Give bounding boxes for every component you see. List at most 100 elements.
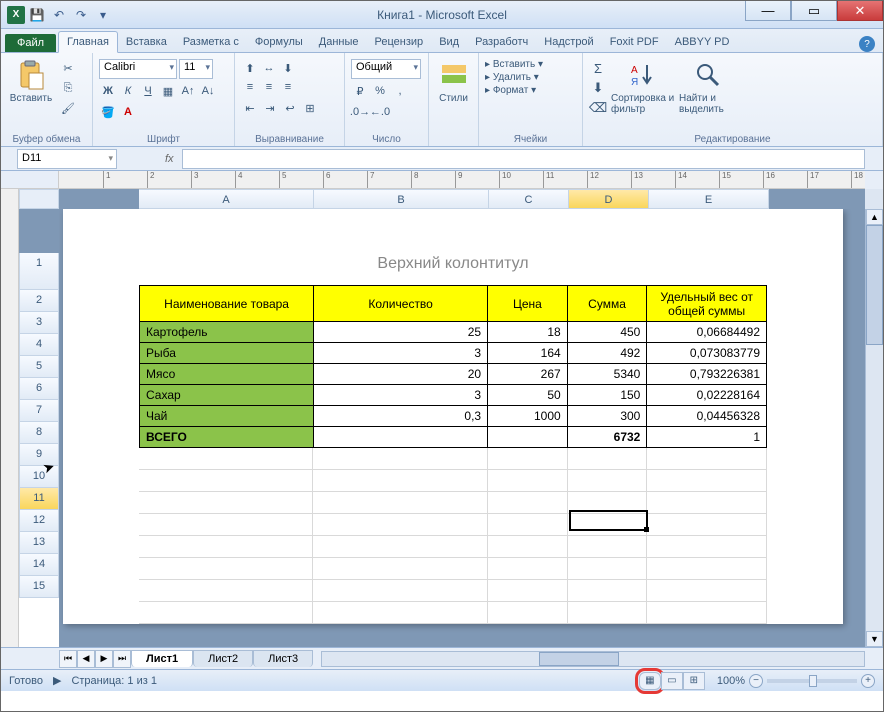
copy-button[interactable]: ⎘ [59, 79, 77, 97]
styles-button[interactable]: Стили [435, 59, 472, 104]
col-header-c[interactable]: C [489, 189, 569, 209]
underline-button[interactable]: Ч [139, 82, 157, 100]
macro-record-icon[interactable]: ▶ [53, 674, 61, 687]
vscroll-thumb[interactable] [866, 225, 883, 345]
font-name-combo[interactable]: Calibri [99, 59, 177, 79]
border-button[interactable]: ▦ [159, 82, 177, 100]
row-header-6[interactable]: 6 [19, 378, 59, 400]
vscroll-track[interactable] [866, 225, 883, 631]
row-header-13[interactable]: 13 [19, 532, 59, 554]
decrease-font-button[interactable]: A↓ [199, 82, 217, 100]
cell[interactable] [314, 427, 488, 448]
decrease-indent-button[interactable]: ⇤ [241, 99, 259, 117]
th-price[interactable]: Цена [488, 286, 568, 322]
formula-bar[interactable] [182, 149, 865, 169]
cell[interactable]: 0,04456328 [647, 406, 767, 427]
col-header-b[interactable]: B [314, 189, 489, 209]
align-middle-button[interactable]: ↔ [260, 59, 278, 77]
tab-data[interactable]: Данные [311, 32, 367, 52]
align-left-button[interactable]: ≡ [241, 78, 259, 96]
th-name[interactable]: Наименование товара [140, 286, 314, 322]
zoom-percent[interactable]: 100% [717, 675, 745, 687]
cell[interactable]: 3 [314, 385, 488, 406]
zoom-in-button[interactable]: + [861, 674, 875, 688]
row-header-4[interactable]: 4 [19, 334, 59, 356]
row-header-2[interactable]: 2 [19, 290, 59, 312]
qat-save-button[interactable]: 💾 [27, 5, 47, 25]
th-sum[interactable]: Сумма [567, 286, 647, 322]
tab-abbyy[interactable]: ABBYY PD [667, 32, 738, 52]
cell-total-weight[interactable]: 1 [647, 427, 767, 448]
row-header-11[interactable]: 11 [19, 488, 59, 510]
wrap-text-button[interactable]: ↩ [281, 99, 299, 117]
cut-button[interactable]: ✂ [59, 59, 77, 77]
maximize-button[interactable]: ▭ [791, 1, 837, 21]
cell[interactable]: 18 [488, 322, 568, 343]
cell[interactable]: 50 [488, 385, 568, 406]
col-header-a[interactable]: A [139, 189, 314, 209]
zoom-slider-thumb[interactable] [809, 675, 817, 687]
cell[interactable]: Рыба [140, 343, 314, 364]
page-canvas[interactable]: Верхний колонтитул Наименование товара К… [59, 209, 865, 647]
cell[interactable]: 492 [567, 343, 647, 364]
cells-delete-button[interactable]: ▸ Удалить ▾ [485, 72, 539, 83]
cell[interactable]: 0,793226381 [647, 364, 767, 385]
fill-button[interactable]: ⬇ [589, 79, 607, 97]
cell[interactable]: 164 [488, 343, 568, 364]
tab-addins[interactable]: Надстрой [536, 32, 601, 52]
row-header-14[interactable]: 14 [19, 554, 59, 576]
find-select-button[interactable]: Найти и выделить [679, 59, 737, 115]
tab-view[interactable]: Вид [431, 32, 467, 52]
qat-undo-button[interactable]: ↶ [49, 5, 69, 25]
format-painter-button[interactable]: 🖌 [59, 99, 77, 117]
align-right-button[interactable]: ≡ [279, 78, 297, 96]
vertical-scrollbar[interactable]: ▲ ▼ [865, 209, 883, 647]
sheet-tab-3[interactable]: Лист3 [253, 650, 313, 667]
cell[interactable]: 300 [567, 406, 647, 427]
bold-button[interactable]: Ж [99, 82, 117, 100]
name-box[interactable]: D11 [17, 149, 117, 169]
hscroll-thumb[interactable] [539, 652, 619, 666]
zoom-out-button[interactable]: − [749, 674, 763, 688]
sheet-tab-1[interactable]: Лист1 [131, 650, 193, 667]
file-tab[interactable]: Файл [5, 34, 56, 52]
fx-icon[interactable]: fx [157, 153, 182, 165]
sheet-tab-2[interactable]: Лист2 [193, 650, 253, 667]
qat-customize-icon[interactable]: ▾ [93, 5, 113, 25]
cell[interactable]: Чай [140, 406, 314, 427]
row-header-5[interactable]: 5 [19, 356, 59, 378]
row-header-15[interactable]: 15 [19, 576, 59, 598]
cell-total-label[interactable]: ВСЕГО [140, 427, 314, 448]
tab-home[interactable]: Главная [58, 31, 118, 53]
fill-color-button[interactable]: 🪣 [99, 103, 117, 121]
cell[interactable]: 450 [567, 322, 647, 343]
font-color-button[interactable]: A [119, 103, 137, 121]
cell[interactable]: 267 [488, 364, 568, 385]
view-normal-button[interactable]: ▦ [639, 672, 661, 690]
help-icon[interactable]: ? [859, 36, 875, 52]
page-header-placeholder[interactable]: Верхний колонтитул [139, 255, 767, 273]
increase-font-button[interactable]: A↑ [179, 82, 197, 100]
tab-pagelayout[interactable]: Разметка с [175, 32, 247, 52]
cell[interactable]: 0,3 [314, 406, 488, 427]
align-center-button[interactable]: ≡ [260, 78, 278, 96]
cell[interactable]: Сахар [140, 385, 314, 406]
tab-developer[interactable]: Разработч [467, 32, 536, 52]
decrease-decimal-button[interactable]: ←.0 [371, 103, 389, 121]
cell[interactable]: 1000 [488, 406, 568, 427]
row-header-7[interactable]: 7 [19, 400, 59, 422]
row-header-8[interactable]: 8 [19, 422, 59, 444]
close-button[interactable]: ✕ [837, 1, 883, 21]
row-header-1[interactable]: 1 [19, 253, 59, 290]
align-top-button[interactable]: ⬆ [241, 59, 259, 77]
autosum-button[interactable]: Σ [589, 59, 607, 77]
cell[interactable]: 0,02228164 [647, 385, 767, 406]
tab-insert[interactable]: Вставка [118, 32, 175, 52]
cells-insert-button[interactable]: ▸ Вставить ▾ [485, 59, 543, 70]
tab-formulas[interactable]: Формулы [247, 32, 311, 52]
clear-button[interactable]: ⌫ [589, 99, 607, 117]
cell[interactable]: 0,06684492 [647, 322, 767, 343]
scroll-up-button[interactable]: ▲ [866, 209, 883, 225]
cell-total-sum[interactable]: 6732 [567, 427, 647, 448]
sheet-nav-next[interactable]: ▶ [95, 650, 113, 668]
